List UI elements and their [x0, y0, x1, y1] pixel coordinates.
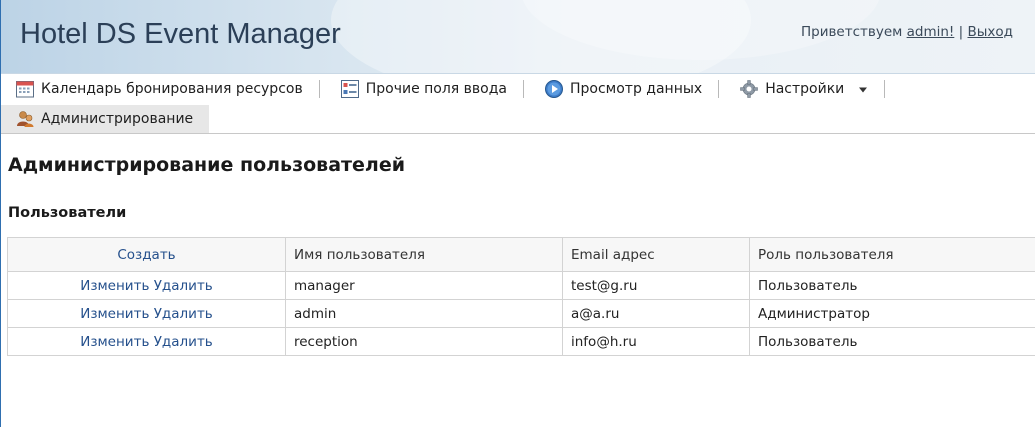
- page-title: Администрирование пользователей: [8, 154, 406, 176]
- menu-separator: [318, 80, 320, 98]
- table-header-row: Создать Имя пользователя Email адрес Рол…: [7, 237, 1035, 272]
- menu-separator: [718, 80, 720, 98]
- menu-item-other-fields[interactable]: Прочие поля ввода: [326, 74, 515, 104]
- cell-role: Администратор: [749, 299, 1035, 328]
- cell-username: manager: [285, 271, 563, 300]
- row-actions: Изменить Удалить: [7, 327, 286, 356]
- gear-icon: [739, 79, 759, 99]
- cell-role: Пользователь: [749, 271, 1035, 300]
- menu-row-2: Администрирование: [1, 104, 210, 134]
- row-actions: Изменить Удалить: [7, 271, 286, 300]
- menu-label-other-fields: Прочие поля ввода: [365, 81, 507, 97]
- delete-user-link[interactable]: Удалить: [154, 306, 213, 322]
- menu-separator: [523, 80, 524, 98]
- users-table: Создать Имя пользователя Email адрес Рол…: [7, 237, 1035, 356]
- admin-users-icon: [15, 109, 35, 129]
- menu-label-settings: Настройки: [765, 81, 845, 97]
- username-link[interactable]: admin!: [907, 24, 955, 40]
- user-separator: |: [958, 24, 964, 40]
- play-circle-icon: [544, 79, 564, 99]
- cell-email: a@a.ru: [562, 299, 750, 328]
- logout-link[interactable]: Выход: [967, 24, 1013, 40]
- menu-item-calendar[interactable]: Календарь бронирования ресурсов: [1, 74, 311, 104]
- app-title: Hotel DS Event Manager: [20, 18, 341, 50]
- menu-label-administration: Администрирование: [41, 111, 194, 127]
- table-row: Изменить Удалить reception info@h.ru Пол…: [7, 327, 1035, 356]
- edit-user-link[interactable]: Изменить: [80, 278, 149, 294]
- edit-user-link[interactable]: Изменить: [80, 306, 149, 322]
- greeting-text: Приветствуем: [800, 24, 903, 40]
- delete-user-link[interactable]: Удалить: [154, 334, 213, 350]
- app-header: Hotel DS Event Manager Приветствуем admi…: [1, 0, 1035, 74]
- edit-user-link[interactable]: Изменить: [80, 334, 149, 350]
- section-title: Пользователи: [8, 205, 127, 221]
- cell-username: admin: [285, 299, 563, 328]
- cell-role: Пользователь: [749, 327, 1035, 356]
- delete-user-link[interactable]: Удалить: [154, 278, 213, 294]
- form-fields-icon: [340, 79, 360, 99]
- header-email: Email адрес: [562, 237, 750, 272]
- header-create-cell: Создать: [7, 237, 286, 272]
- triangle-down-icon[interactable]: [858, 81, 868, 97]
- cell-email: test@g.ru: [562, 271, 750, 300]
- table-row: Изменить Удалить manager test@g.ru Польз…: [7, 271, 1035, 300]
- main-menu: Календарь бронирования ресурсов Прочие п…: [1, 74, 1035, 134]
- header-username: Имя пользователя: [285, 237, 563, 272]
- cell-email: info@h.ru: [562, 327, 750, 356]
- menu-item-view-data[interactable]: Просмотр данных: [530, 74, 710, 104]
- menu-row-1: Календарь бронирования ресурсов Прочие п…: [1, 74, 891, 104]
- menu-label-calendar: Календарь бронирования ресурсов: [41, 81, 303, 97]
- header-role: Роль пользователя: [749, 237, 1035, 272]
- calendar-icon: [15, 79, 35, 99]
- user-area: Приветствуем admin! | Выход: [801, 24, 1013, 40]
- cell-username: reception: [285, 327, 563, 356]
- row-actions: Изменить Удалить: [7, 299, 286, 328]
- menu-label-view-data: Просмотр данных: [570, 81, 703, 97]
- menu-separator: [884, 80, 886, 98]
- table-row: Изменить Удалить admin a@a.ru Администра…: [7, 299, 1035, 328]
- menu-item-settings[interactable]: Настройки: [725, 74, 876, 104]
- create-user-link[interactable]: Создать: [117, 247, 175, 263]
- menu-item-administration[interactable]: Администрирование: [1, 105, 210, 133]
